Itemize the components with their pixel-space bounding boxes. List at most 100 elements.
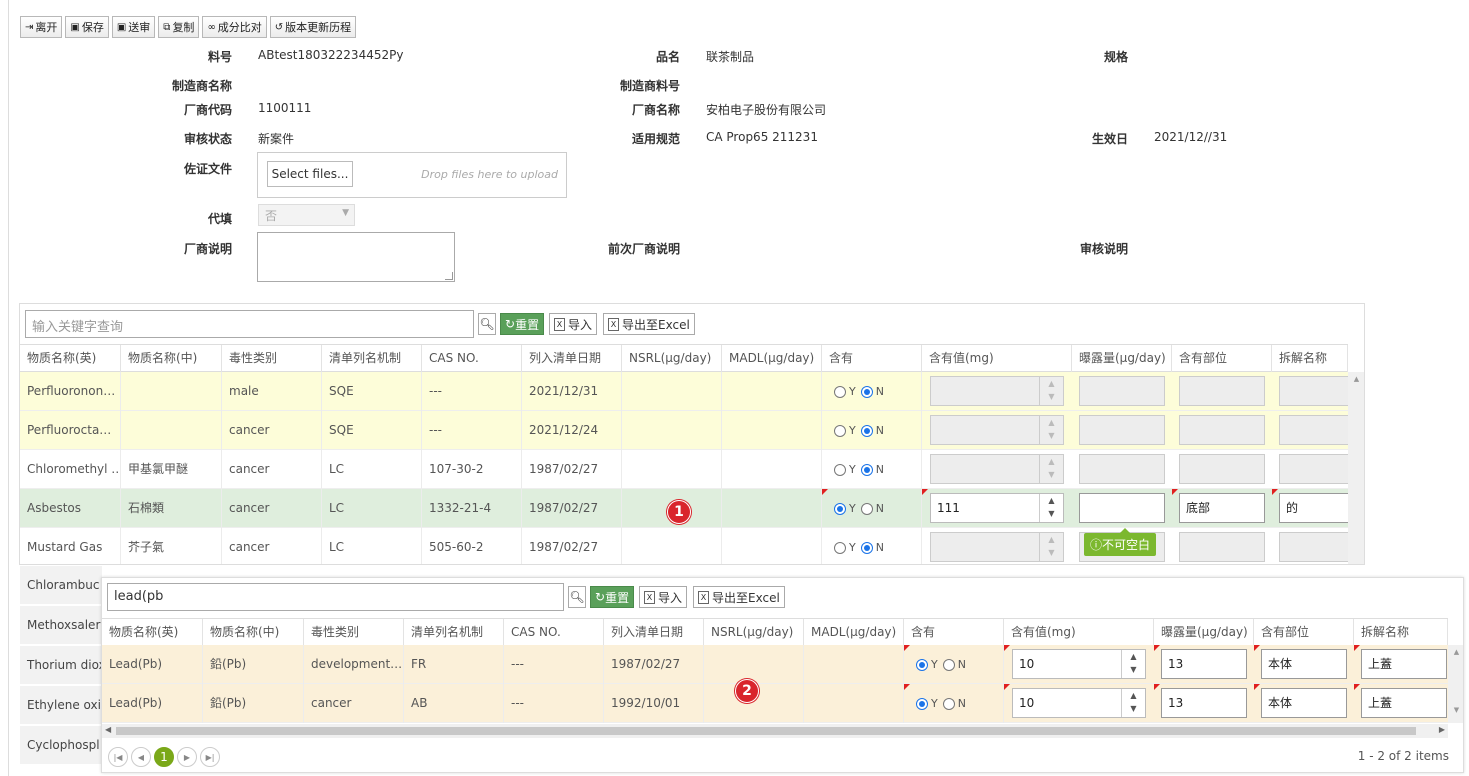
table-row[interactable]: Chloromethyl … 甲基氯甲醚 cancer LC 107-30-2 … [20, 450, 1351, 489]
spinner-arrows-icon[interactable]: ▲ ▼ [1039, 494, 1063, 522]
amount-stepper[interactable]: 10 ▲ ▼ [1012, 649, 1146, 679]
horizontal-scrollbar[interactable]: ◀ ▶ [102, 724, 1448, 738]
history-button[interactable]: ↺ 版本更新历程 [269, 16, 357, 38]
radio-no[interactable] [860, 502, 873, 515]
radio-yes[interactable] [834, 541, 846, 554]
col-header[interactable]: MADL(μg/day) [804, 619, 904, 646]
radio-no[interactable] [860, 385, 873, 398]
spinner-arrows-icon[interactable]: ▲ ▼ [1039, 455, 1063, 483]
amount-stepper[interactable]: 111 ▲ ▼ [930, 493, 1064, 523]
disassembly-input[interactable] [1279, 415, 1351, 445]
spinner-arrows-icon[interactable]: ▲ ▼ [1039, 533, 1063, 561]
disassembly-input[interactable] [1279, 454, 1351, 484]
radio-yes[interactable] [916, 658, 928, 671]
col-header[interactable]: 曝露量(μg/day) [1154, 619, 1254, 646]
resize-grip-icon[interactable] [445, 272, 453, 280]
radio-no[interactable] [942, 697, 955, 710]
col-header[interactable]: 物质名称(英) [102, 619, 203, 646]
import-button[interactable]: X 导入 [639, 586, 688, 608]
radio-yes[interactable] [834, 463, 846, 476]
amount-stepper[interactable]: 10 ▲ ▼ [1012, 688, 1146, 718]
part-input[interactable] [1179, 415, 1265, 445]
first-page-icon[interactable]: |◀ [108, 747, 128, 767]
disassembly-input[interactable]: 上蓋 [1361, 688, 1447, 718]
col-header[interactable]: 清单列名机制 [322, 345, 422, 372]
scroll-right-icon[interactable]: ▶ [1439, 725, 1445, 734]
spinner-arrows-icon[interactable]: ▲ ▼ [1039, 416, 1063, 444]
spinner-arrows-icon[interactable]: ▲ ▼ [1121, 650, 1145, 678]
compare-button[interactable]: ∞ 成分比对 [202, 16, 267, 38]
amount-stepper[interactable]: ▲ ▼ [930, 415, 1064, 445]
import-button[interactable]: X 导入 [549, 313, 598, 335]
vertical-scrollbar[interactable]: ▲ ▼ [1448, 645, 1463, 723]
radio-no[interactable] [942, 658, 955, 671]
save-button[interactable]: ▣ 保存 [65, 16, 109, 38]
col-header[interactable]: NSRL(μg/day) [622, 345, 722, 372]
part-input[interactable]: 底部 [1179, 493, 1265, 523]
exposure-input[interactable] [1079, 376, 1165, 406]
col-header[interactable]: 拆解名称 [1272, 345, 1348, 372]
proxy-dropdown[interactable]: 否 ▼ [258, 204, 355, 226]
col-header[interactable]: 物质名称(中) [203, 619, 304, 646]
scroll-up-icon[interactable]: ▲ [1448, 648, 1463, 656]
table-row[interactable]: Perfluorocta… cancer SQE --- 2021/12/24 … [20, 411, 1351, 450]
submit-button[interactable]: ▣ 送审 [111, 16, 156, 38]
amount-stepper[interactable]: ▲ ▼ [930, 376, 1064, 406]
part-input[interactable]: 本体 [1261, 688, 1347, 718]
col-header[interactable]: 含有部位 [1172, 345, 1272, 372]
disassembly-input[interactable] [1279, 532, 1351, 562]
radio-no[interactable] [860, 541, 873, 554]
radio-yes[interactable] [834, 502, 846, 515]
prev-page-icon[interactable]: ◀ [131, 747, 151, 767]
amount-stepper[interactable]: ▲ ▼ [930, 532, 1064, 562]
col-header[interactable]: 毒性类别 [304, 619, 404, 646]
table-row[interactable]: Perfluoronon… male SQE --- 2021/12/31 YN… [20, 372, 1351, 411]
spinner-arrows-icon[interactable]: ▲ ▼ [1039, 377, 1063, 405]
col-header[interactable]: 含有值(mg) [922, 345, 1072, 372]
exposure-input[interactable] [1079, 493, 1165, 523]
select-files-button[interactable]: Select files... [267, 161, 353, 187]
file-upload-zone[interactable]: Select files... Drop files here to uploa… [257, 152, 567, 198]
disassembly-input[interactable]: 的 [1279, 493, 1351, 523]
radio-yes[interactable] [834, 385, 846, 398]
search-input[interactable]: lead(pb [107, 583, 564, 611]
spinner-arrows-icon[interactable]: ▲ ▼ [1121, 689, 1145, 717]
exposure-input[interactable]: 13 [1161, 688, 1247, 718]
last-page-icon[interactable]: ▶| [200, 747, 220, 767]
col-header[interactable]: 列入清单日期 [604, 619, 704, 646]
vertical-scrollbar[interactable]: ▲ [1348, 372, 1364, 564]
part-input[interactable] [1179, 532, 1265, 562]
col-header[interactable]: 拆解名称 [1354, 619, 1448, 646]
radio-no[interactable] [860, 463, 873, 476]
reset-button[interactable]: ↻ 重置 [500, 313, 545, 335]
col-header[interactable]: MADL(μg/day) [722, 345, 822, 372]
scrollbar-thumb[interactable] [116, 727, 1416, 735]
col-header[interactable]: 曝露量(μg/day) [1072, 345, 1172, 372]
search-button[interactable]: 🔍︎ [568, 586, 586, 608]
col-header[interactable]: 列入清单日期 [522, 345, 622, 372]
search-button[interactable]: 🔍︎ [478, 313, 496, 335]
export-excel-button[interactable]: X 导出至Excel [693, 586, 785, 608]
copy-button[interactable]: ⧉ 复制 [158, 16, 200, 38]
col-header[interactable]: 毒性类别 [222, 345, 322, 372]
reset-button[interactable]: ↻ 重置 [590, 586, 635, 608]
exposure-input[interactable] [1079, 415, 1165, 445]
col-header[interactable]: 含有值(mg) [1004, 619, 1154, 646]
col-header[interactable]: 含有 [822, 345, 922, 372]
vendor-note-textarea[interactable] [257, 232, 455, 282]
table-row[interactable]: Lead(Pb) 鉛(Pb) development… FR --- 1987/… [102, 645, 1448, 684]
col-header[interactable]: 含有部位 [1254, 619, 1354, 646]
scroll-left-icon[interactable]: ◀ [105, 725, 111, 734]
part-input[interactable] [1179, 376, 1265, 406]
col-header[interactable]: CAS NO. [422, 345, 522, 372]
table-row[interactable]: Lead(Pb) 鉛(Pb) cancer AB --- 1992/10/01 … [102, 684, 1448, 723]
next-page-icon[interactable]: ▶ [177, 747, 197, 767]
col-header[interactable]: NSRL(μg/day) [704, 619, 804, 646]
disassembly-input[interactable] [1279, 376, 1351, 406]
col-header[interactable]: 物质名称(中) [121, 345, 222, 372]
exposure-input[interactable] [1079, 454, 1165, 484]
amount-stepper[interactable]: ▲ ▼ [930, 454, 1064, 484]
col-header[interactable]: 含有 [904, 619, 1004, 646]
part-input[interactable] [1179, 454, 1265, 484]
col-header[interactable]: 清单列名机制 [404, 619, 504, 646]
